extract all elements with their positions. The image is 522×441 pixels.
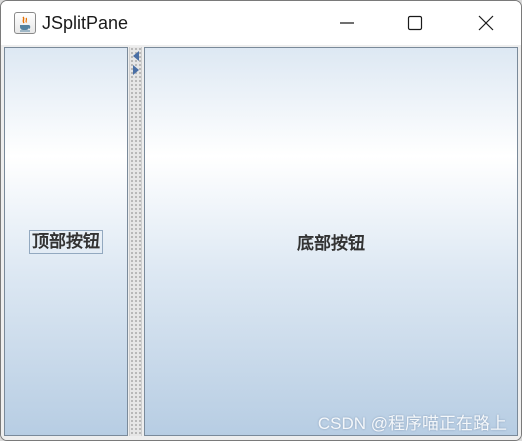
expand-right-arrow-icon[interactable] <box>132 65 140 75</box>
bottom-button[interactable]: 底部按钮 <box>144 47 518 436</box>
collapse-left-arrow-icon[interactable] <box>132 51 140 61</box>
minimize-icon <box>340 22 354 24</box>
close-icon <box>478 15 494 31</box>
top-button[interactable]: 顶部按钮 <box>4 47 128 436</box>
title-bar[interactable]: JSplitPane <box>1 1 521 45</box>
maximize-icon <box>407 15 423 31</box>
java-icon[interactable] <box>14 12 36 34</box>
split-pane-divider[interactable] <box>129 47 142 436</box>
minimize-button[interactable] <box>313 1 381 45</box>
watermark: CSDN @程序喵正在路上 <box>317 414 507 433</box>
top-button-label: 顶部按钮 <box>29 229 103 254</box>
split-pane: 顶部按钮 底部按钮 CSDN @程序喵正在路上 <box>1 45 521 440</box>
close-button[interactable] <box>452 1 520 45</box>
maximize-button[interactable] <box>381 1 449 45</box>
window-title: JSplitPane <box>42 13 129 33</box>
app-window: JSplitPane 顶部按钮 底部按钮 CSDN @程序喵正在路上 <box>0 0 522 441</box>
bottom-button-label: 底部按钮 <box>297 234 365 254</box>
